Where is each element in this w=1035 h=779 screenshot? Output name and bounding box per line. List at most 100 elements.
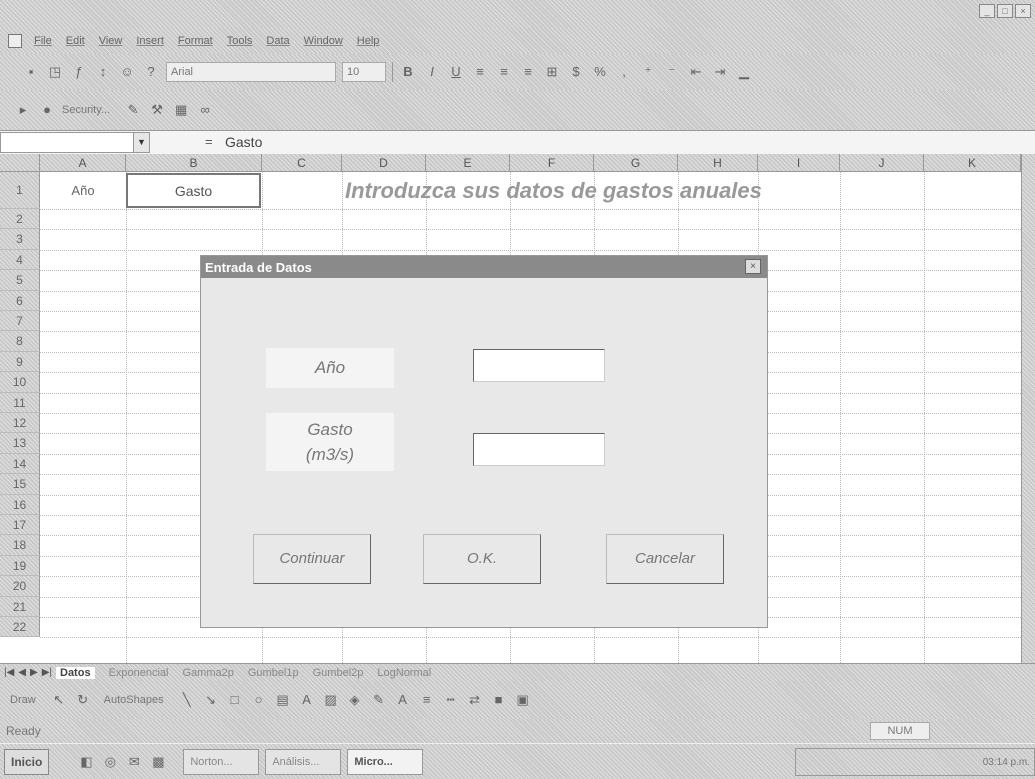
formula-input[interactable]: Gasto: [225, 134, 262, 150]
column-header-c[interactable]: C: [262, 154, 342, 172]
increase-decimal-icon[interactable]: ⁺: [639, 63, 657, 81]
continue-button[interactable]: Continuar: [253, 534, 371, 584]
menu-file[interactable]: File: [34, 35, 52, 47]
textbox-icon[interactable]: ▤: [274, 691, 292, 709]
column-header-a[interactable]: A: [40, 154, 126, 172]
fill-color-icon[interactable]: ◈: [346, 691, 364, 709]
tab-exponencial[interactable]: Exponencial: [109, 667, 169, 679]
font-name-select[interactable]: Arial: [166, 62, 336, 82]
wordart-icon[interactable]: A: [298, 691, 316, 709]
menu-edit[interactable]: Edit: [66, 35, 85, 47]
row-header[interactable]: 5: [0, 270, 40, 291]
column-header-j[interactable]: J: [840, 154, 924, 172]
row-header[interactable]: 11: [0, 392, 40, 413]
row-header[interactable]: 1: [0, 172, 40, 209]
row-header[interactable]: 8: [0, 331, 40, 352]
row-header[interactable]: 10: [0, 372, 40, 393]
column-header-b[interactable]: B: [126, 154, 262, 172]
save-icon[interactable]: ▪: [22, 63, 40, 81]
prev-sheet-icon[interactable]: ◀: [18, 667, 26, 678]
start-button[interactable]: Inicio: [4, 748, 50, 775]
help-icon[interactable]: ?: [142, 63, 160, 81]
row-header[interactable]: 7: [0, 311, 40, 332]
menu-help[interactable]: Help: [357, 35, 380, 47]
column-header-k[interactable]: K: [924, 154, 1021, 172]
vertical-scrollbar[interactable]: [1021, 154, 1035, 663]
clipart-icon[interactable]: ▨: [322, 691, 340, 709]
row-header[interactable]: 18: [0, 535, 40, 556]
cancel-button[interactable]: Cancelar: [606, 534, 724, 584]
function-icon[interactable]: ƒ: [70, 63, 88, 81]
line-style-icon[interactable]: ≡: [418, 691, 436, 709]
percent-button[interactable]: %: [591, 63, 609, 81]
select-all-corner[interactable]: [0, 154, 40, 172]
menu-tools[interactable]: Tools: [227, 35, 253, 47]
autoshapes-menu[interactable]: AutoShapes: [104, 694, 164, 706]
select-objects-icon[interactable]: ↖: [50, 691, 68, 709]
row-header[interactable]: 12: [0, 413, 40, 434]
dash-style-icon[interactable]: ┅: [442, 691, 460, 709]
menu-view[interactable]: View: [99, 35, 123, 47]
menu-format[interactable]: Format: [178, 35, 213, 47]
toolbox-icon[interactable]: ⚒: [148, 101, 166, 119]
print-preview-icon[interactable]: ◳: [46, 63, 64, 81]
font-size-select[interactable]: 10: [342, 62, 386, 82]
tab-datos[interactable]: Datos: [56, 666, 95, 679]
underline-button[interactable]: U: [447, 63, 465, 81]
record-macro-icon[interactable]: ●: [38, 101, 56, 119]
quicklaunch-desktop-icon[interactable]: ◧: [77, 753, 95, 771]
bold-button[interactable]: B: [399, 63, 417, 81]
outdent-icon[interactable]: ⇤: [687, 63, 705, 81]
run-macro-icon[interactable]: ▸: [14, 101, 32, 119]
workbook-icon[interactable]: [8, 34, 22, 48]
row-header[interactable]: 2: [0, 209, 40, 230]
merge-center-icon[interactable]: ⊞: [543, 63, 561, 81]
row-header[interactable]: 13: [0, 433, 40, 454]
arrow-style-icon[interactable]: ⇄: [466, 691, 484, 709]
align-left-icon[interactable]: ≡: [471, 63, 489, 81]
task-analisis[interactable]: Análisis...: [265, 748, 342, 775]
column-header-h[interactable]: H: [678, 154, 758, 172]
line-icon[interactable]: ╲: [178, 691, 196, 709]
row-header[interactable]: 6: [0, 290, 40, 311]
3d-icon[interactable]: ▣: [514, 691, 532, 709]
minimize-button[interactable]: _: [979, 4, 995, 18]
quicklaunch-channels-icon[interactable]: ▩: [149, 753, 167, 771]
next-sheet-icon[interactable]: ▶: [30, 667, 38, 678]
clock[interactable]: 03:14 p.m.: [983, 757, 1030, 768]
column-header-e[interactable]: E: [426, 154, 510, 172]
comma-button[interactable]: ,: [615, 63, 633, 81]
close-button[interactable]: ×: [1015, 4, 1031, 18]
borders-icon[interactable]: ▁: [735, 63, 753, 81]
ok-button[interactable]: O.K.: [423, 534, 541, 584]
draw-menu[interactable]: Draw: [10, 694, 36, 706]
align-center-icon[interactable]: ≡: [495, 63, 513, 81]
quicklaunch-browser-icon[interactable]: ◎: [101, 753, 119, 771]
currency-icon[interactable]: $: [567, 63, 585, 81]
italic-button[interactable]: I: [423, 63, 441, 81]
indent-icon[interactable]: ⇥: [711, 63, 729, 81]
dialog-title-bar[interactable]: Entrada de Datos ×: [201, 256, 767, 278]
column-header-d[interactable]: D: [342, 154, 426, 172]
oval-icon[interactable]: ○: [250, 691, 268, 709]
vb-editor-icon[interactable]: ✎: [124, 101, 142, 119]
align-right-icon[interactable]: ≡: [519, 63, 537, 81]
row-header[interactable]: 14: [0, 453, 40, 475]
tab-gumbel2p[interactable]: Gumbel2p: [313, 667, 364, 679]
menu-window[interactable]: Window: [304, 35, 343, 47]
column-header-f[interactable]: F: [510, 154, 594, 172]
flow-input[interactable]: [473, 433, 605, 466]
row-header[interactable]: 19: [0, 555, 40, 577]
column-header-i[interactable]: I: [758, 154, 840, 172]
shadow-icon[interactable]: ■: [490, 691, 508, 709]
design-mode-icon[interactable]: ▦: [172, 101, 190, 119]
font-color-icon[interactable]: A: [394, 691, 412, 709]
dialog-close-button[interactable]: ×: [745, 259, 761, 274]
row-header[interactable]: 22: [0, 617, 40, 638]
tab-gumbel1p[interactable]: Gumbel1p: [248, 667, 299, 679]
decrease-decimal-icon[interactable]: ⁻: [663, 63, 681, 81]
line-color-icon[interactable]: ✎: [370, 691, 388, 709]
rotate-icon[interactable]: ↻: [74, 691, 92, 709]
name-box[interactable]: ▼: [0, 132, 150, 153]
row-header[interactable]: 20: [0, 576, 40, 597]
